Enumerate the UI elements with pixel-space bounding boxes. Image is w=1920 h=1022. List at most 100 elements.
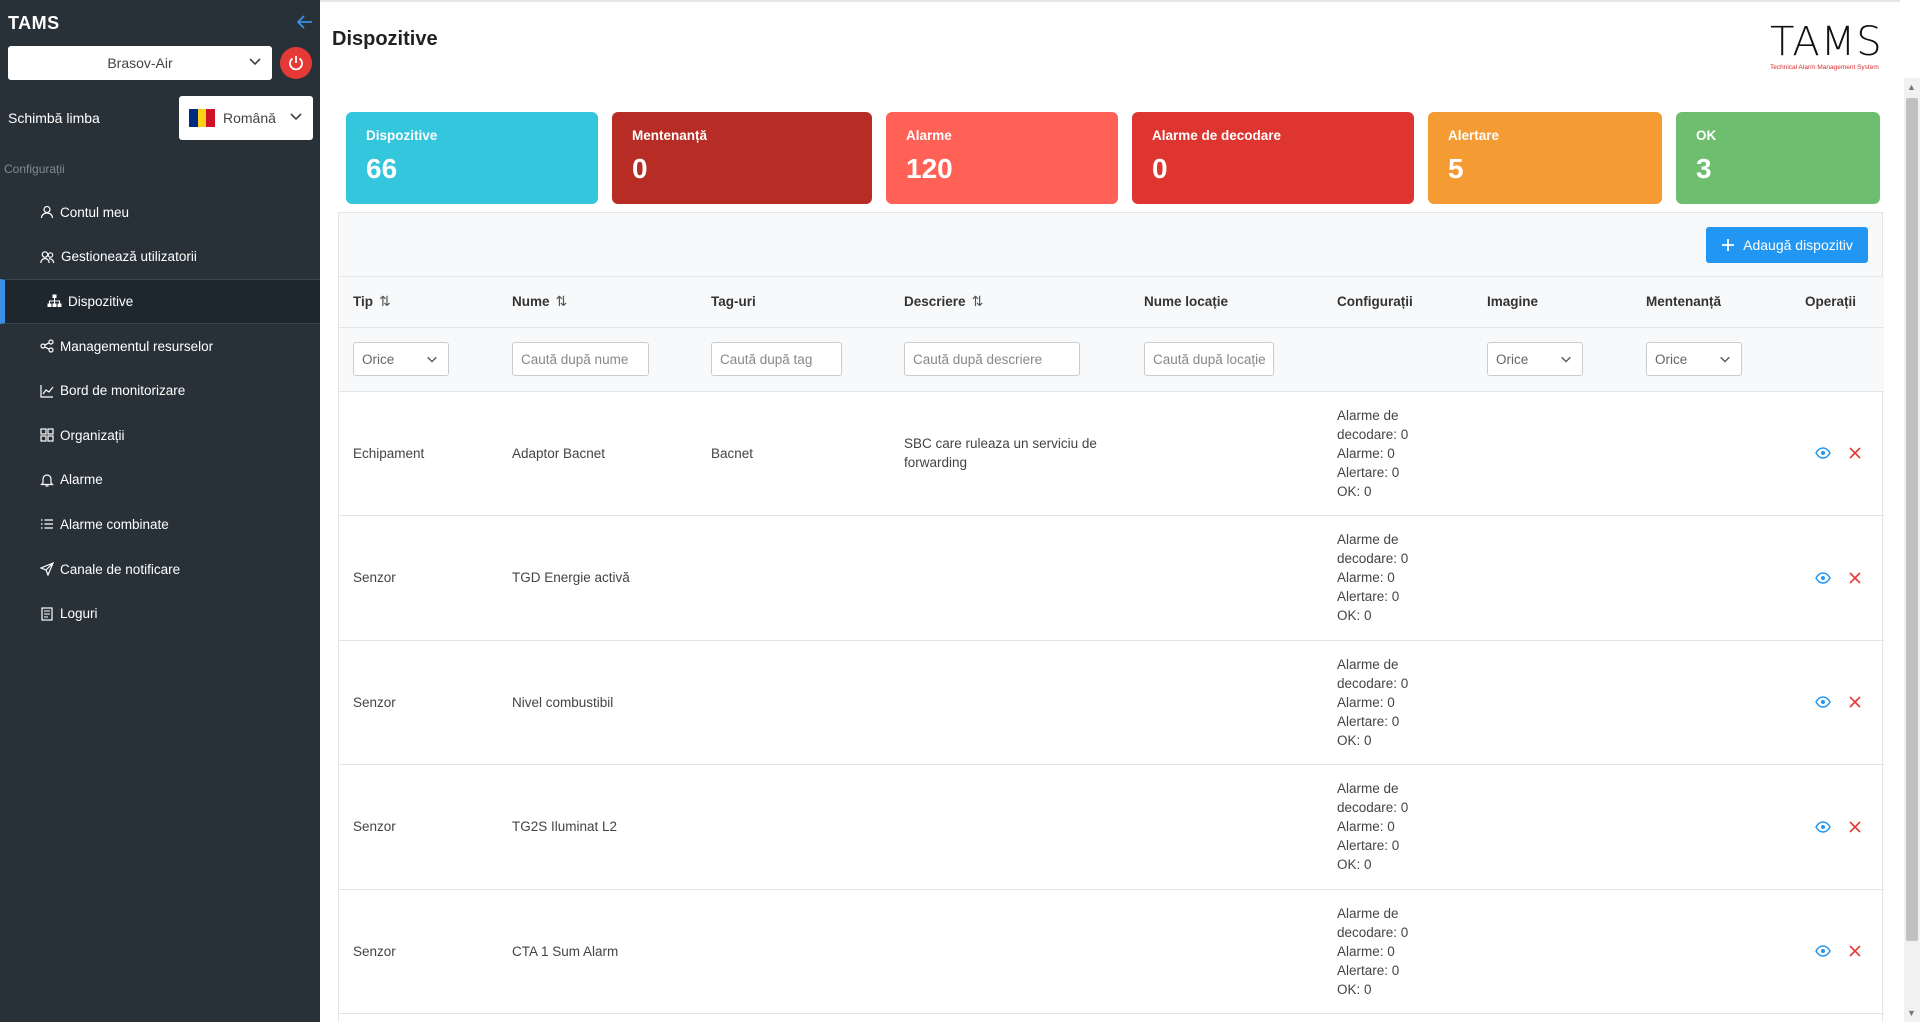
delete-x-icon[interactable]: [1849, 945, 1861, 957]
cell-tag: [697, 640, 890, 765]
sidebar-item-loguri[interactable]: Loguri: [0, 591, 320, 636]
collapse-sidebar-icon[interactable]: [296, 13, 313, 34]
filter-descriere-input[interactable]: [904, 342, 1080, 376]
filter-nume-input[interactable]: [512, 342, 649, 376]
column-header-nume[interactable]: Nume ⇅: [498, 277, 697, 328]
cfg-line: OK: 0: [1337, 732, 1372, 748]
logout-button[interactable]: [280, 47, 312, 79]
cell-nume: Adaptor Bacnet: [498, 391, 697, 516]
scrollbar-thumb[interactable]: [1906, 98, 1918, 941]
sidebar-item-contul-meu[interactable]: Contul meu: [0, 190, 320, 235]
cfg-line: OK: 0: [1337, 483, 1372, 499]
table-row: Senzor TGD Energie activă Alarme de decod…: [339, 515, 1884, 641]
filter-row: Orice Orice: [339, 327, 1884, 392]
delete-x-icon[interactable]: [1849, 447, 1861, 459]
cfg-line: Alertare: 0: [1337, 962, 1400, 978]
scroll-up-icon[interactable]: ▲: [1907, 82, 1916, 92]
filter-tag-input[interactable]: [711, 342, 842, 376]
cfg-line: Alarme de: [1337, 532, 1399, 548]
language-select-value: Română: [223, 110, 276, 126]
page-scrollbar[interactable]: ▲ ▼: [1904, 78, 1920, 1022]
cell-mentenanta: [1632, 889, 1791, 1014]
cell-tip: Echipament: [339, 391, 498, 516]
devices-table: Tip ⇅ Nume ⇅ Tag-uri Descriere ⇅ Nume locaț…: [339, 277, 1884, 1014]
cell-imagine: [1473, 889, 1632, 1014]
card-alertare[interactable]: Alertare 5: [1428, 112, 1662, 204]
cell-imagine: [1473, 515, 1632, 641]
sidebar-item-organizatii[interactable]: Organizații: [0, 413, 320, 458]
main-content: Dispozitive TAMS Technical Alarm Managem…: [320, 0, 1900, 1022]
view-eye-icon[interactable]: [1815, 696, 1831, 708]
card-value: 3: [1696, 153, 1712, 184]
filter-locatie-input[interactable]: [1144, 342, 1274, 376]
chevron-down-icon: [1719, 353, 1731, 368]
sidebar-item-managementul-resurselor[interactable]: Managementul resurselor: [0, 324, 320, 369]
column-header-imagine: Imagine: [1473, 277, 1632, 328]
organization-select[interactable]: Brasov-Air: [8, 46, 272, 80]
sort-icon[interactable]: ⇅: [972, 293, 984, 309]
sort-icon[interactable]: ⇅: [556, 293, 568, 309]
sort-icon[interactable]: ⇅: [379, 293, 391, 309]
view-eye-icon[interactable]: [1815, 821, 1831, 833]
language-row: Schimbă limba Română: [8, 96, 313, 140]
table-row: Senzor CTA 1 Sum Alarm Alarme de decodare…: [339, 889, 1884, 1014]
cell-tip: Senzor: [339, 640, 498, 765]
cell-tag: [697, 764, 890, 890]
cell-nume: Nivel combustibil: [498, 640, 697, 765]
language-select[interactable]: Română: [179, 96, 313, 140]
card-label: OK: [1696, 128, 1717, 143]
filter-mentenanta-select[interactable]: Orice: [1646, 342, 1742, 376]
cell-descriere: [890, 889, 1130, 1014]
add-device-button[interactable]: Adaugă dispozitiv: [1706, 227, 1868, 263]
scroll-down-icon[interactable]: ▼: [1907, 1008, 1916, 1018]
sidebar-item-alarme-combinate[interactable]: Alarme combinate: [0, 502, 320, 547]
sidebar-item-alarme[interactable]: Alarme: [0, 458, 320, 503]
card-value: 120: [906, 153, 953, 184]
cell-nume: TGD Energie activă: [498, 515, 697, 641]
grid-icon: [40, 428, 54, 442]
card-ok[interactable]: OK 3: [1676, 112, 1880, 204]
book-icon: [41, 607, 53, 621]
delete-x-icon[interactable]: [1849, 696, 1861, 708]
cfg-line: decodare: 0: [1337, 426, 1409, 442]
view-eye-icon[interactable]: [1815, 447, 1831, 459]
language-label: Schimbă limba: [8, 110, 100, 126]
filter-cell: [498, 327, 697, 392]
filter-imagine-select[interactable]: Orice: [1487, 342, 1583, 376]
bell-icon: [40, 474, 54, 487]
sidebar-item-canale-de-notificare[interactable]: Canale de notificare: [0, 547, 320, 592]
romania-flag-icon: [189, 109, 216, 127]
card-value: 0: [1152, 153, 1168, 184]
view-eye-icon[interactable]: [1815, 572, 1831, 584]
chevron-down-icon: [248, 54, 262, 71]
column-header-tip[interactable]: Tip ⇅: [339, 277, 498, 328]
cfg-line: OK: 0: [1337, 857, 1372, 873]
cell-configuratii: Alarme de decodare: 0 Alarme: 0 Alertare: 0…: [1323, 515, 1473, 641]
cell-locatie: [1130, 764, 1323, 890]
cell-mentenanta: [1632, 391, 1791, 516]
delete-x-icon[interactable]: [1849, 572, 1861, 584]
filter-cell: [1130, 327, 1323, 392]
chevron-down-icon: [426, 353, 438, 368]
card-label: Alarme: [906, 128, 952, 143]
card-alarme[interactable]: Alarme 120: [886, 112, 1118, 204]
cell-descriere: [890, 640, 1130, 765]
cfg-line: Alarme de: [1337, 407, 1399, 423]
cell-operatii: [1791, 640, 1884, 765]
cfg-line: OK: 0: [1337, 608, 1372, 624]
list-icon: [41, 519, 53, 530]
card-mentenanta[interactable]: Mentenanță 0: [612, 112, 872, 204]
users-icon: [40, 251, 55, 263]
card-value: 5: [1448, 153, 1464, 184]
sidebar-item-gestioneaza-utilizatorii[interactable]: Gestionează utilizatorii: [0, 235, 320, 280]
sidebar-item-bord-de-monitorizare[interactable]: Bord de monitorizare: [0, 368, 320, 413]
logo-text: TAMS: [1770, 19, 1883, 65]
filter-tip-select[interactable]: Orice: [353, 342, 449, 376]
view-eye-icon[interactable]: [1815, 945, 1831, 957]
column-header-descriere[interactable]: Descriere ⇅: [890, 277, 1130, 328]
sidebar-item-dispozitive[interactable]: Dispozitive: [0, 279, 320, 324]
sidebar-item-label: Loguri: [60, 606, 98, 622]
card-alarme-de-decodare[interactable]: Alarme de decodare 0: [1132, 112, 1414, 204]
card-dispozitive[interactable]: Dispozitive 66: [346, 112, 598, 204]
delete-x-icon[interactable]: [1849, 821, 1861, 833]
